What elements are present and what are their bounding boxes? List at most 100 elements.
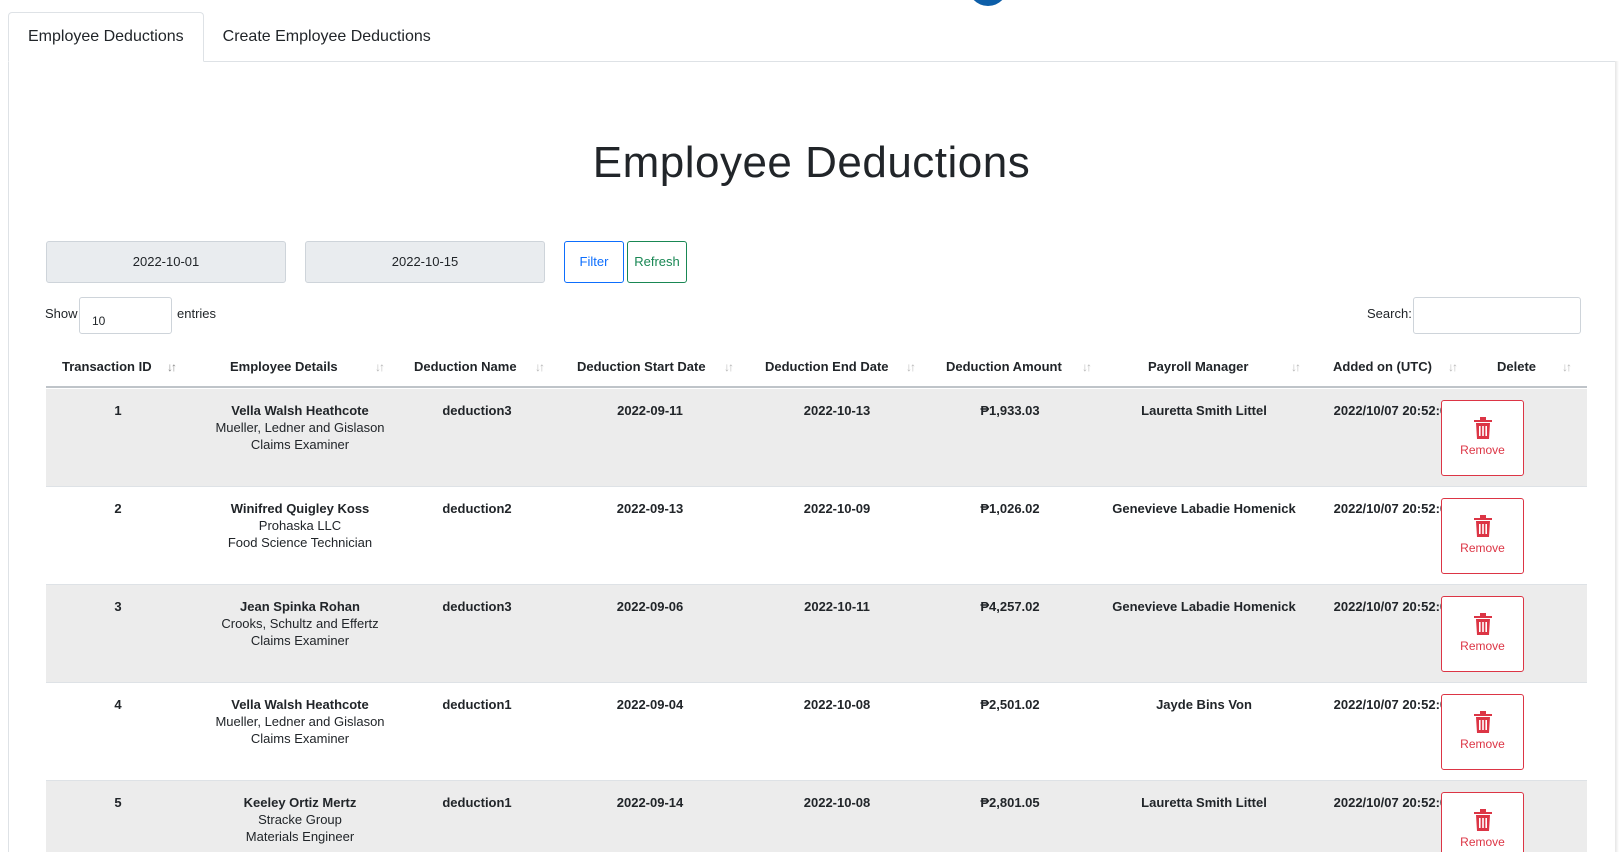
- table-row: 2 Winifred Quigley Koss Prohaska LLC Food S…: [46, 487, 1587, 585]
- id-cell: 1: [114, 403, 122, 418]
- manager-cell: Jayde Bins Von: [1156, 697, 1252, 712]
- id-cell: 2: [114, 501, 122, 516]
- trash-icon: [1473, 515, 1492, 537]
- manager-cell: Genevieve Labadie Homenick: [1112, 501, 1296, 516]
- start-cell: 2022-09-06: [616, 599, 684, 614]
- refresh-button[interactable]: Refresh: [627, 241, 687, 283]
- end-cell: 2022-10-08: [803, 697, 871, 712]
- remove-button[interactable]: Remove: [1441, 400, 1524, 476]
- table-row: 4 Vella Walsh Heathcote Mueller, Ledner an…: [46, 683, 1587, 781]
- remove-button[interactable]: Remove: [1441, 498, 1524, 574]
- employee-details-cell: Vella Walsh Heathcote Mueller, Ledner and…: [194, 696, 406, 747]
- column-header-deduction-name[interactable]: Deduction Name: [414, 348, 517, 386]
- remove-button-label: Remove: [1460, 737, 1505, 751]
- id-cell: 4: [114, 697, 122, 712]
- manager-cell: Genevieve Labadie Homenick: [1112, 599, 1296, 614]
- table-row: 1 Vella Walsh Heathcote Mueller, Ledner an…: [46, 389, 1587, 487]
- employee-position: Materials Engineer: [245, 829, 355, 844]
- column-header-deduction-end-date[interactable]: Deduction End Date: [765, 348, 889, 386]
- sort-icon[interactable]: ↓↑: [375, 348, 385, 386]
- column-header-employee-details[interactable]: Employee Details: [230, 348, 338, 386]
- column-header-transaction-id[interactable]: Transaction ID: [62, 348, 152, 386]
- column-header-added-on[interactable]: Added on (UTC): [1333, 348, 1432, 386]
- employee-details-cell: Vella Walsh Heathcote Mueller, Ledner and…: [194, 402, 406, 453]
- deduction-cell: deduction1: [442, 697, 512, 712]
- page-title: Employee Deductions: [592, 138, 1031, 187]
- amount-cell: ₱2,801.05: [980, 795, 1040, 810]
- column-header-delete[interactable]: Delete: [1497, 348, 1536, 386]
- sort-icon[interactable]: ↓↑: [906, 348, 916, 386]
- manager-cell: Lauretta Smith Littel: [1141, 403, 1267, 418]
- remove-button[interactable]: Remove: [1441, 694, 1524, 770]
- start-cell: 2022-09-04: [616, 697, 684, 712]
- end-cell: 2022-10-08: [803, 795, 871, 810]
- table-row: 3 Jean Spinka Rohan Crooks, Schultz and Ef…: [46, 585, 1587, 683]
- remove-button-label: Remove: [1460, 835, 1505, 849]
- employee-name: Keeley Ortiz Mertz: [243, 795, 357, 810]
- remove-button[interactable]: Remove: [1441, 596, 1524, 672]
- search-label: Search:: [1367, 306, 1412, 321]
- manager-cell: Lauretta Smith Littel: [1141, 795, 1267, 810]
- end-cell: 2022-10-09: [803, 501, 871, 516]
- sort-icon[interactable]: ↓↑: [1291, 348, 1301, 386]
- employee-position: Food Science Technician: [227, 535, 373, 550]
- employee-company: Crooks, Schultz and Effertz: [221, 616, 379, 631]
- entries-label: entries: [177, 306, 217, 321]
- employee-details-cell: Keeley Ortiz Mertz Stracke Group Materials…: [194, 794, 406, 845]
- employee-details-cell: Jean Spinka Rohan Crooks, Schultz and Eff…: [194, 598, 406, 649]
- deduction-cell: deduction3: [442, 403, 512, 418]
- remove-button[interactable]: Remove: [1441, 792, 1524, 852]
- employee-company: Prohaska LLC: [258, 518, 342, 533]
- employee-name: Vella Walsh Heathcote: [231, 403, 369, 418]
- column-header-deduction-amount[interactable]: Deduction Amount: [946, 348, 1062, 386]
- employee-position: Claims Examiner: [250, 633, 350, 648]
- amount-cell: ₱4,257.02: [980, 599, 1040, 614]
- deduction-cell: deduction1: [442, 795, 512, 810]
- trash-icon: [1473, 809, 1492, 831]
- start-cell: 2022-09-14: [616, 795, 684, 810]
- remove-button-label: Remove: [1460, 639, 1505, 653]
- amount-cell: ₱2,501.02: [980, 697, 1040, 712]
- filter-button[interactable]: Filter: [564, 241, 624, 283]
- column-header-deduction-start-date[interactable]: Deduction Start Date: [577, 348, 706, 386]
- end-cell: 2022-10-11: [804, 599, 870, 614]
- sort-icon[interactable]: ↓↑: [535, 348, 545, 386]
- deduction-cell: deduction2: [442, 501, 512, 516]
- end-date-input[interactable]: 2022-10-15: [305, 241, 545, 283]
- start-date-input[interactable]: 2022-10-01: [46, 241, 286, 283]
- trash-icon: [1473, 417, 1492, 439]
- table-row: 5 Keeley Ortiz Mertz Stracke Group Material…: [46, 781, 1587, 852]
- employee-name: Vella Walsh Heathcote: [231, 697, 369, 712]
- entries-select[interactable]: 10: [79, 297, 172, 334]
- sort-asc-icon[interactable]: ↓↑: [167, 348, 177, 386]
- deduction-cell: deduction3: [442, 599, 512, 614]
- start-cell: 2022-09-11: [617, 403, 683, 418]
- sort-icon[interactable]: ↓↑: [1082, 348, 1092, 386]
- employee-company: Mueller, Ledner and Gislason: [215, 420, 385, 435]
- id-cell: 3: [114, 599, 122, 614]
- employee-position: Claims Examiner: [250, 437, 350, 452]
- table-header: Transaction ID ↓↑ Employee Details ↓↑ De…: [46, 348, 1587, 388]
- amount-cell: ₱1,933.03: [980, 403, 1040, 418]
- employee-company: Stracke Group: [258, 812, 342, 827]
- tab-bar: Employee Deductions Create Employee Dedu…: [8, 12, 450, 62]
- employee-details-cell: Winifred Quigley Koss Prohaska LLC Food Sc…: [194, 500, 406, 551]
- employee-company: Mueller, Ledner and Gislason: [215, 714, 385, 729]
- trash-icon: [1473, 613, 1492, 635]
- sort-icon[interactable]: ↓↑: [724, 348, 734, 386]
- remove-button-label: Remove: [1460, 443, 1505, 457]
- start-cell: 2022-09-13: [616, 501, 684, 516]
- sort-icon[interactable]: ↓↑: [1562, 348, 1572, 386]
- end-cell: 2022-10-13: [803, 403, 871, 418]
- column-header-payroll-manager[interactable]: Payroll Manager: [1148, 348, 1248, 386]
- sort-icon[interactable]: ↓↑: [1448, 348, 1458, 386]
- remove-button-label: Remove: [1460, 541, 1505, 555]
- trash-icon: [1473, 711, 1492, 733]
- tab-create-employee-deductions[interactable]: Create Employee Deductions: [204, 12, 450, 62]
- tab-employee-deductions[interactable]: Employee Deductions: [8, 12, 204, 62]
- show-label: Show: [45, 306, 78, 321]
- employee-name: Jean Spinka Rohan: [240, 599, 360, 614]
- header-logo-fragment: [968, 0, 1008, 6]
- amount-cell: ₱1,026.02: [980, 501, 1040, 516]
- search-input[interactable]: [1413, 297, 1581, 334]
